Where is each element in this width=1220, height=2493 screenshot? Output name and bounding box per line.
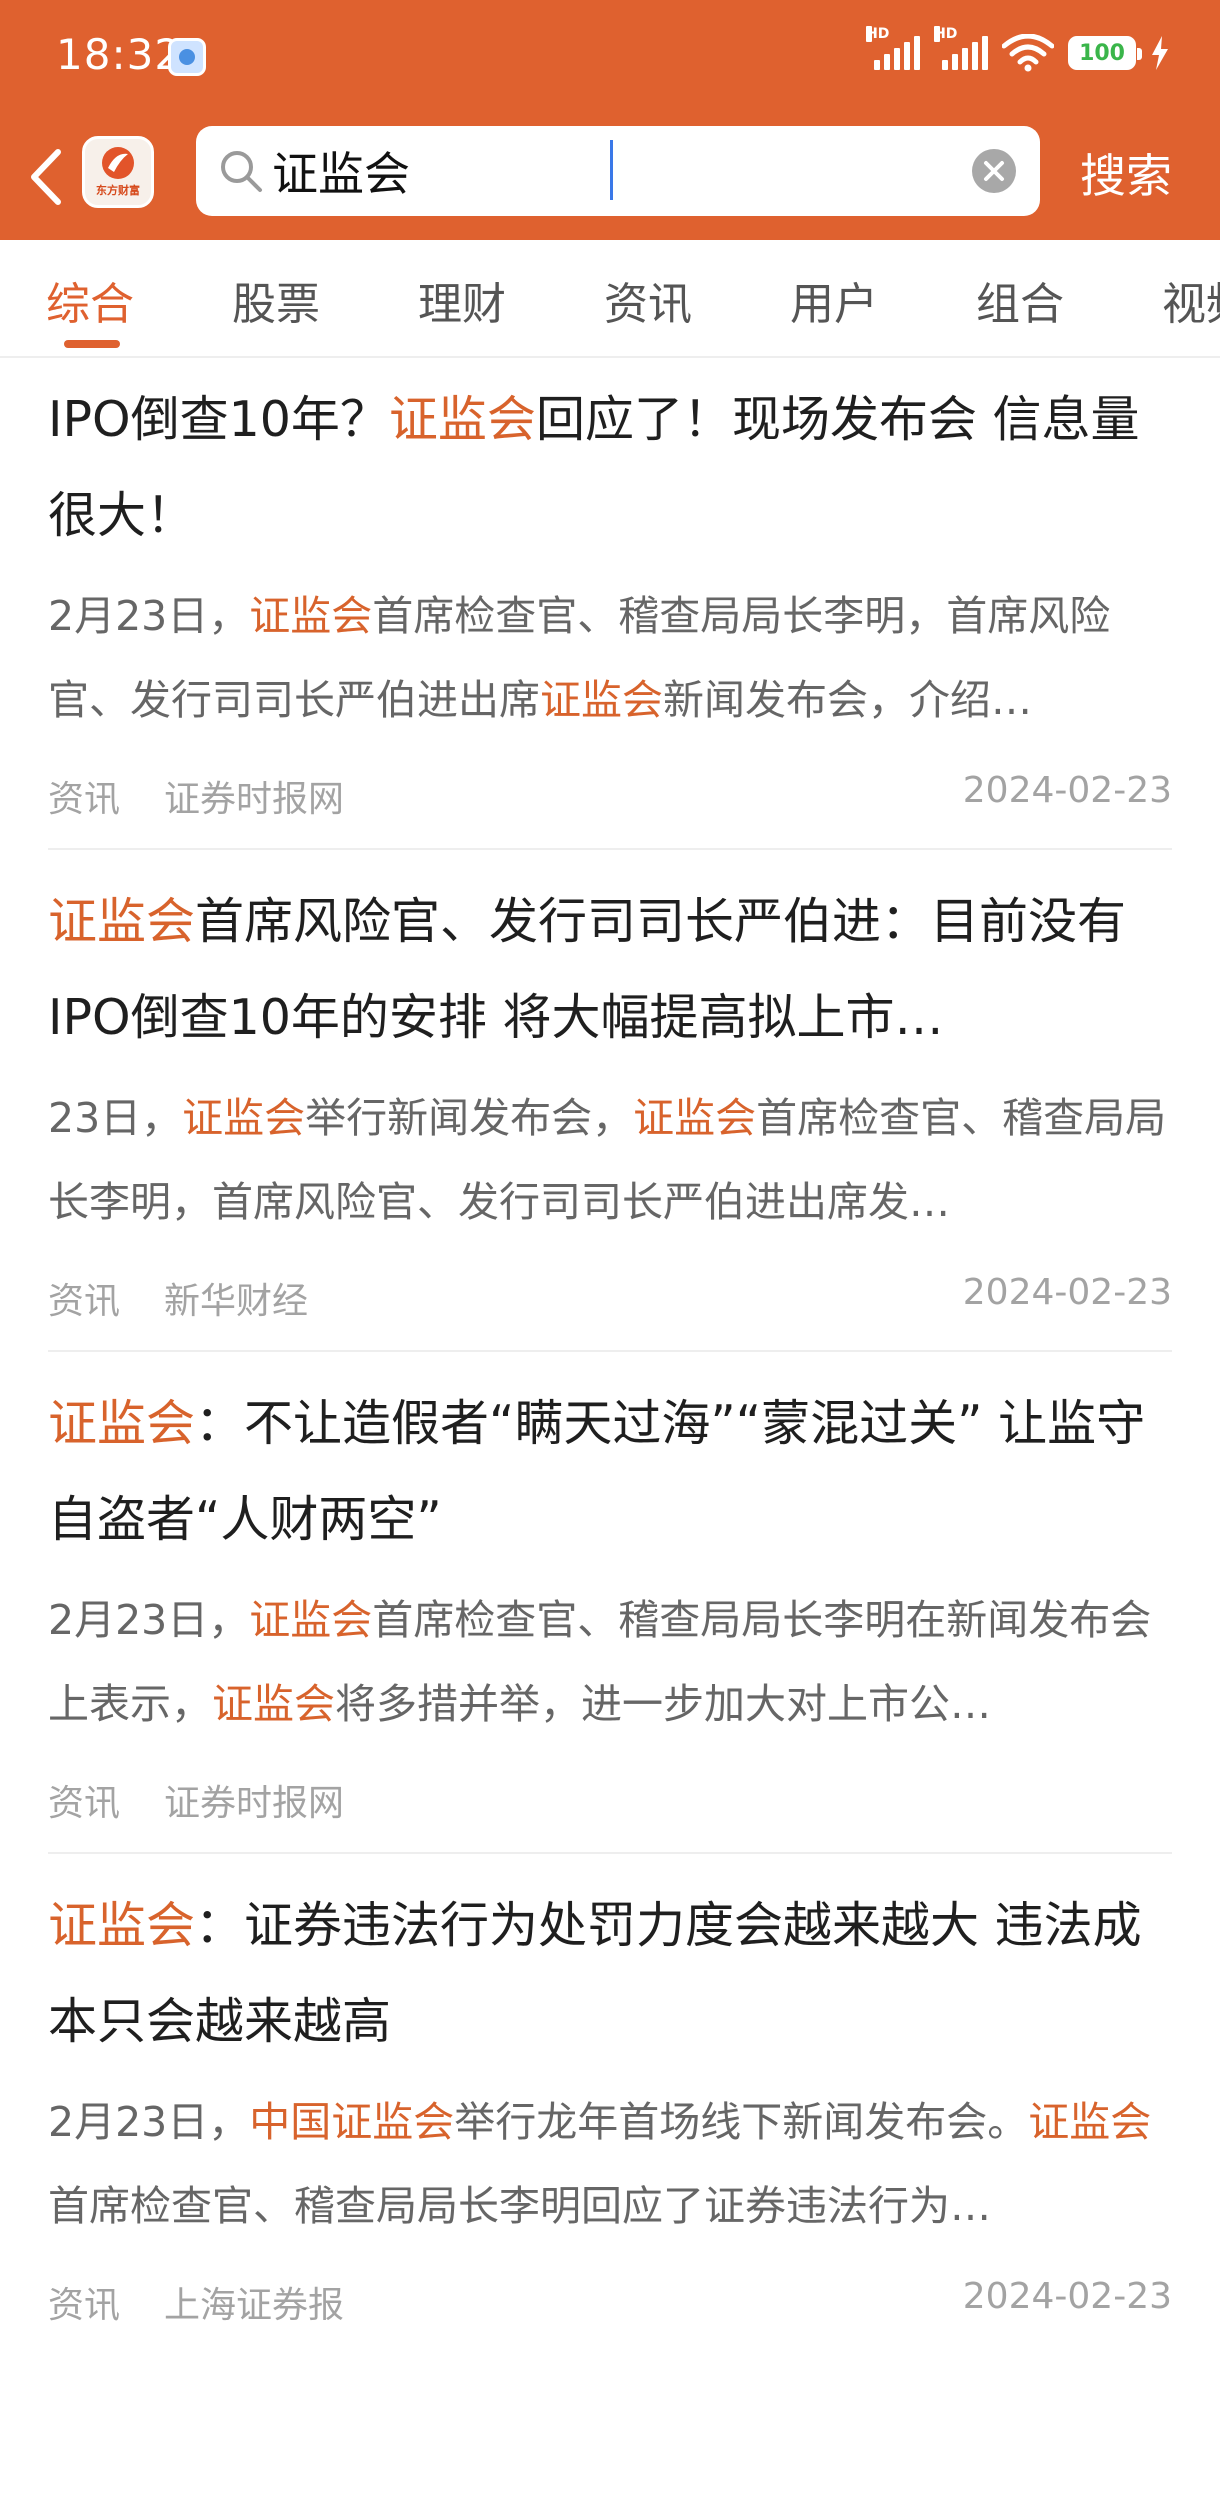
tab-stocks[interactable]: 股票 — [232, 268, 320, 332]
keyword-highlight: 证监会 — [212, 1680, 335, 1728]
tab-news[interactable]: 资讯 — [604, 268, 692, 332]
keyword-highlight: 证监会 — [633, 1094, 757, 1142]
result-meta: 资讯 证券时报网 — [48, 1746, 1172, 1852]
text-segment: 23日， — [48, 1094, 183, 1142]
result-source[interactable]: 证券时报网 — [164, 770, 344, 822]
result-source[interactable]: 新华财经 — [164, 1272, 308, 1324]
signal-icon-2: HD — [934, 26, 989, 70]
keyword-highlight: 证监会 — [48, 893, 196, 950]
text-segment: ：证券违法行为处罚力度会越来越大 违法成本只会越来越高 — [48, 1897, 1142, 2050]
result-date: 2024-02-23 — [962, 1272, 1172, 1313]
keyword-highlight: 证监会 — [540, 676, 663, 724]
result-type: 资讯 — [48, 1281, 121, 1322]
result-source[interactable]: 证券时报网 — [164, 1774, 344, 1826]
charging-icon — [1152, 36, 1168, 70]
results-list: IPO倒查10年？证监会回应了！现场发布会 信息量很大！ 2月23日，证监会首席… — [0, 358, 1220, 2354]
list-item[interactable]: IPO倒查10年？证监会回应了！现场发布会 信息量很大！ 2月23日，证监会首席… — [48, 358, 1172, 850]
keyword-highlight: 证监会 — [249, 1596, 373, 1644]
search-box[interactable] — [196, 126, 1040, 216]
text-caret — [610, 140, 613, 200]
result-date: 2024-02-23 — [962, 770, 1172, 811]
back-arrow-icon[interactable] — [24, 142, 70, 212]
result-meta: 资讯 新华财经 2024-02-23 — [48, 1244, 1172, 1350]
text-segment: 2月23日， — [48, 1596, 250, 1644]
keyword-highlight: 证监会 — [48, 1395, 196, 1452]
result-title: IPO倒查10年？证监会回应了！现场发布会 信息量很大！ — [48, 372, 1172, 564]
result-summary: 2月23日，中国证监会举行龙年首场线下新闻发布会。证监会首席检查官、稽查局局长李… — [48, 2080, 1172, 2248]
keyword-highlight: 证监会 — [182, 1094, 306, 1142]
result-summary: 2月23日，证监会首席检查官、稽查局局长李明在新闻发布会上表示，证监会将多措并举… — [48, 1578, 1172, 1746]
text-segment: 新闻发布会，介绍… — [663, 676, 1032, 724]
text-segment: IPO倒查10年？ — [48, 391, 389, 448]
keyword-highlight: 证监会 — [1028, 2098, 1152, 2146]
notification-app-icon — [168, 38, 206, 76]
category-tabs: 综合 股票 理财 资讯 用户 组合 视频 — [0, 240, 1220, 358]
app-logo[interactable]: 东方财富 — [82, 136, 154, 208]
text-segment: ：不让造假者“瞒天过海”“蒙混过关” 让监守自盗者“人财两空” — [48, 1395, 1146, 1548]
status-bar: 18:32 HD HD 100 — [0, 0, 1220, 120]
search-icon — [221, 151, 262, 192]
search-row: 东方财富 搜索 — [0, 120, 1220, 240]
text-segment: 举行龙年首场线下新闻发布会。 — [454, 2098, 1029, 2146]
result-meta: 资讯 上海证券报 2024-02-23 — [48, 2248, 1172, 2354]
battery-icon: 100 — [1068, 36, 1142, 70]
result-type: 资讯 — [48, 779, 121, 820]
keyword-highlight: 证监会 — [249, 592, 373, 640]
signal-icon: HD — [866, 26, 921, 70]
result-summary: 23日，证监会举行新闻发布会，证监会首席检查官、稽查局局长李明，首席风险官、发行… — [48, 1076, 1172, 1244]
tab-videos[interactable]: 视频 — [1162, 268, 1220, 332]
result-date: 2024-02-23 — [962, 2276, 1172, 2317]
keyword-highlight: 中国证监会 — [249, 2098, 455, 2146]
active-tab-indicator — [64, 340, 120, 348]
result-source[interactable]: 上海证券报 — [164, 2276, 344, 2328]
text-segment: 举行新闻发布会， — [305, 1094, 634, 1142]
search-button[interactable]: 搜索 — [1080, 140, 1172, 206]
text-segment: 2月23日， — [48, 2098, 250, 2146]
logo-lettering: 东方财富 — [96, 184, 140, 197]
tab-comprehensive[interactable]: 综合 — [46, 268, 134, 332]
list-item[interactable]: 证监会首席风险官、发行司司长严伯进：目前没有IPO倒查10年的安排 将大幅提高拟… — [48, 850, 1172, 1352]
result-type: 资讯 — [48, 2285, 121, 2326]
result-type: 资讯 — [48, 1783, 121, 1824]
logo-mark-icon — [102, 147, 134, 179]
tab-users[interactable]: 用户 — [790, 268, 878, 332]
result-meta: 资讯 证券时报网 2024-02-23 — [48, 742, 1172, 848]
text-segment: 将多措并举，进一步加大对上市公… — [335, 1680, 991, 1728]
search-input[interactable] — [272, 138, 912, 204]
list-item[interactable]: 证监会：不让造假者“瞒天过海”“蒙混过关” 让监守自盗者“人财两空” 2月23日… — [48, 1352, 1172, 1854]
result-title: 证监会：不让造假者“瞒天过海”“蒙混过关” 让监守自盗者“人财两空” — [48, 1376, 1172, 1568]
tab-portfolios[interactable]: 组合 — [976, 268, 1064, 332]
text-segment: 首席检查官、稽查局局长李明回应了证券违法行为… — [48, 2182, 991, 2230]
result-title: 证监会首席风险官、发行司司长严伯进：目前没有IPO倒查10年的安排 将大幅提高拟… — [48, 874, 1172, 1066]
text-segment: 2月23日， — [48, 592, 250, 640]
app-header: 18:32 HD HD 100 东方财富 证监会 搜索 — [0, 0, 1220, 240]
result-title: 证监会：证券违法行为处罚力度会越来越大 违法成本只会越来越高 — [48, 1878, 1172, 2070]
keyword-highlight: 证监会 — [48, 1897, 196, 1954]
list-item[interactable]: 证监会：证券违法行为处罚力度会越来越大 违法成本只会越来越高 2月23日，中国证… — [48, 1854, 1172, 2354]
text-segment: 首席风险官、发行司司长严伯进：目前没有IPO倒查10年的安排 将大幅提高拟上市… — [48, 893, 1127, 1046]
result-summary: 2月23日，证监会首席检查官、稽查局局长李明，首席风险官、发行司司长严伯进出席证… — [48, 574, 1172, 742]
status-icons: HD HD 100 — [866, 26, 1170, 72]
tab-wealth[interactable]: 理财 — [418, 268, 506, 332]
status-time: 18:32 — [56, 30, 183, 79]
wifi-icon — [1002, 34, 1055, 72]
keyword-highlight: 证监会 — [388, 391, 536, 448]
clear-icon[interactable] — [970, 147, 1018, 195]
